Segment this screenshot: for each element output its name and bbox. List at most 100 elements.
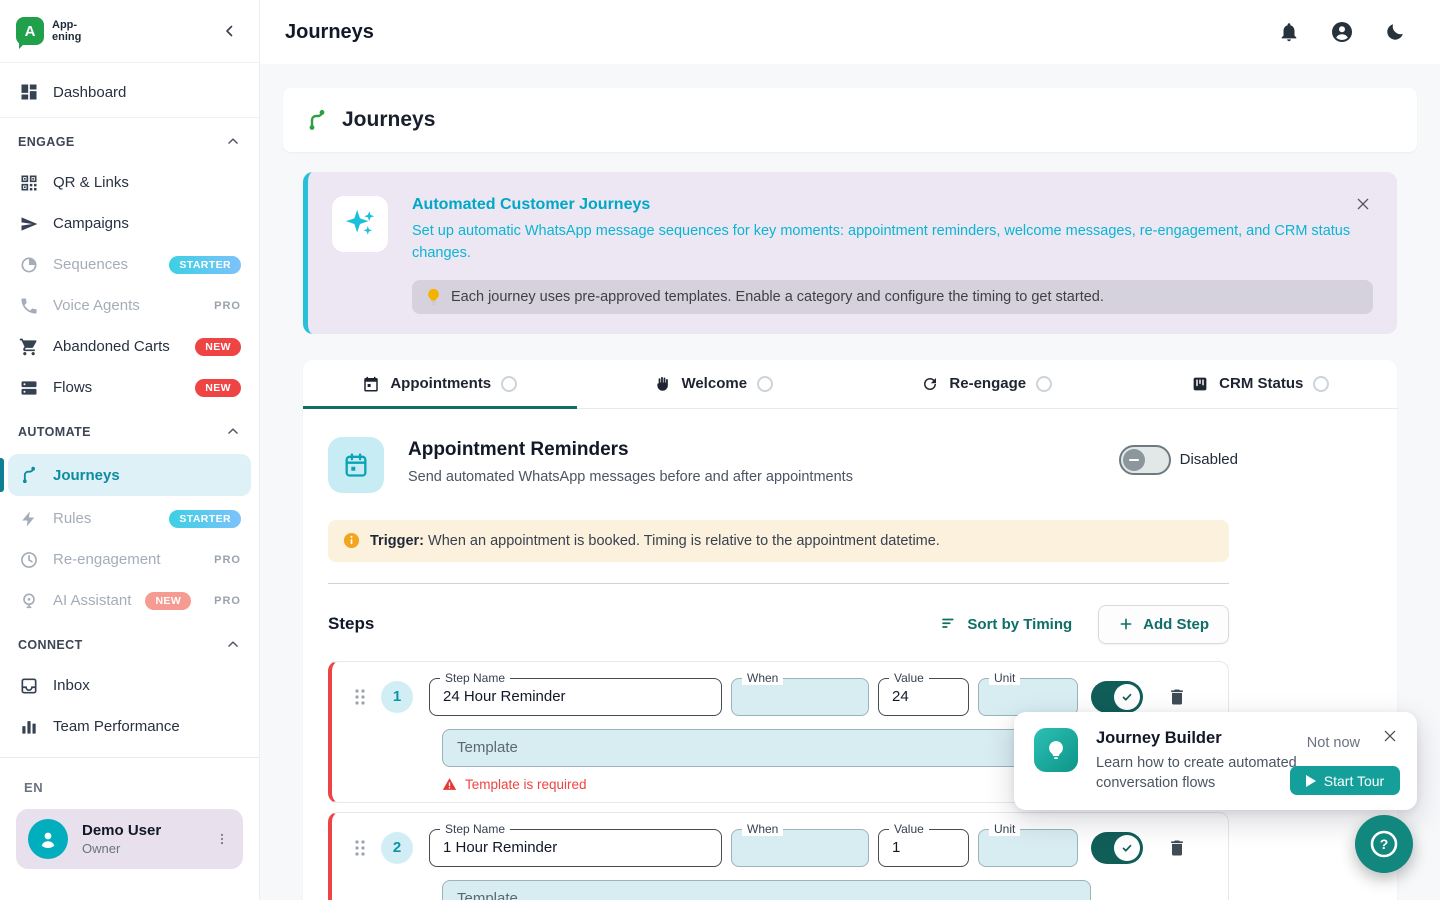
when-select[interactable]: When: [731, 829, 869, 867]
sidebar-item-campaigns[interactable]: Campaigns: [0, 203, 259, 244]
brand-name: App- ening: [52, 19, 81, 43]
drag-handle-icon[interactable]: [354, 838, 368, 858]
section-automate[interactable]: AUTOMATE: [0, 412, 259, 452]
sidebar-item-voice-agents[interactable]: Voice Agents PRO: [0, 285, 259, 326]
tab-radio[interactable]: [757, 376, 773, 392]
divider: [328, 583, 1229, 584]
refresh-icon: [921, 375, 939, 393]
tab-radio[interactable]: [1036, 376, 1052, 392]
sidebar-item-rules[interactable]: Rules STARTER: [0, 498, 259, 539]
sidebar-item-abandoned-carts[interactable]: Abandoned Carts NEW: [0, 326, 259, 367]
info-icon: [343, 532, 360, 549]
banner-description: Set up automatic WhatsApp message sequen…: [412, 221, 1373, 265]
unit-select[interactable]: Unit: [978, 829, 1078, 867]
when-select[interactable]: When: [731, 678, 869, 716]
sidebar-item-label: Re-engagement: [53, 551, 191, 568]
app-logo-icon: A: [16, 17, 44, 45]
toggle-knob: [1114, 835, 1140, 861]
section-engage[interactable]: ENGAGE: [0, 122, 259, 162]
tab-appointments[interactable]: Appointments: [303, 360, 577, 408]
popup-close-icon[interactable]: [1380, 726, 1400, 746]
step-toggle[interactable]: [1091, 832, 1143, 864]
sidebar-item-label: Voice Agents: [53, 297, 191, 314]
add-step-button[interactable]: Add Step: [1098, 605, 1229, 644]
sidebar-item-label: Rules: [53, 510, 156, 527]
sidebar-item-qr-links[interactable]: QR & Links: [0, 162, 259, 203]
sidebar-item-flows[interactable]: Flows NEW: [0, 367, 259, 408]
sidebar-item-dashboard[interactable]: Dashboard: [0, 67, 259, 117]
new-badge: NEW: [145, 592, 191, 610]
category-description: Send automated WhatsApp messages before …: [408, 469, 853, 485]
sort-by-timing-button[interactable]: Sort by Timing: [940, 615, 1072, 633]
steps-title: Steps: [328, 614, 374, 634]
pro-tag: PRO: [214, 300, 241, 312]
topbar-title: Journeys: [285, 21, 374, 44]
plus-icon: [1118, 616, 1134, 632]
dark-mode-moon-icon[interactable]: [1384, 21, 1406, 43]
flows-icon: [18, 377, 40, 399]
chevron-up-icon: [226, 425, 240, 439]
sidebar-header: A App- ening: [0, 0, 259, 63]
new-badge: NEW: [195, 379, 241, 397]
delete-step-icon[interactable]: [1167, 687, 1187, 707]
kanban-icon: [1191, 375, 1209, 393]
sidebar-item-sequences[interactable]: Sequences STARTER: [0, 244, 259, 285]
toggle-knob: [1114, 684, 1140, 710]
tab-crm-status[interactable]: CRM Status: [1124, 360, 1398, 408]
pro-tag: PRO: [214, 595, 241, 607]
user-card[interactable]: Demo User Owner: [16, 809, 243, 869]
user-name: Demo User: [82, 822, 161, 839]
sort-icon: [940, 615, 958, 633]
phone-icon: [18, 295, 40, 317]
sidebar-item-label: QR & Links: [53, 174, 241, 191]
unit-select[interactable]: Unit: [978, 678, 1078, 716]
chevron-up-icon: [226, 135, 240, 149]
user-menu-icon[interactable]: [211, 828, 233, 850]
template-select[interactable]: Template: [442, 880, 1091, 900]
lightbulb-icon: [426, 288, 441, 306]
topbar: Journeys: [260, 0, 1440, 64]
sidebar-item-team-performance[interactable]: Team Performance: [0, 706, 259, 747]
sidebar-item-re-engagement[interactable]: Re-engagement PRO: [0, 539, 259, 580]
tab-re-engage[interactable]: Re-engage: [850, 360, 1124, 408]
heatmap-grid-icon: [18, 757, 40, 758]
help-button[interactable]: ?: [1355, 815, 1413, 873]
delete-step-icon[interactable]: [1167, 838, 1187, 858]
sidebar-item-activity-heatmap[interactable]: Activity Heatmap: [0, 747, 259, 757]
value-field: Value: [878, 829, 969, 867]
sidebar-item-label: Flows: [53, 379, 182, 396]
sidebar-item-inbox[interactable]: Inbox: [0, 665, 259, 706]
starter-badge: STARTER: [169, 510, 241, 528]
banner-close-icon[interactable]: [1355, 196, 1371, 212]
start-tour-button[interactable]: Start Tour: [1290, 766, 1400, 795]
account-icon[interactable]: [1330, 20, 1354, 44]
notifications-bell-icon[interactable]: [1278, 21, 1300, 43]
cart-icon: [18, 336, 40, 358]
sidebar-item-label: AI Assistant: [53, 592, 132, 609]
not-now-button[interactable]: Not now: [1307, 735, 1360, 751]
template-select[interactable]: Template: [442, 729, 1091, 767]
language-label: EN: [16, 772, 243, 809]
sidebar-item-label: Campaigns: [53, 215, 241, 232]
popup-description: Learn how to create automated conversati…: [1096, 753, 1311, 793]
sidebar-item-label: Dashboard: [53, 84, 241, 101]
sidebar-collapse-icon[interactable]: [217, 18, 243, 44]
sidebar-nav: Dashboard ENGAGE QR & Links Campaigns Se…: [0, 63, 259, 757]
drag-handle-icon[interactable]: [354, 687, 368, 707]
section-connect[interactable]: CONNECT: [0, 625, 259, 665]
step-toggle[interactable]: [1091, 681, 1143, 713]
tab-welcome[interactable]: Welcome: [577, 360, 851, 408]
sidebar-item-label: Sequences: [53, 256, 156, 273]
sidebar-item-journeys[interactable]: Journeys: [8, 454, 251, 496]
send-icon: [18, 213, 40, 235]
sidebar-item-ai-assistant[interactable]: AI Assistant NEW PRO: [0, 580, 259, 621]
bolt-icon: [18, 508, 40, 530]
tab-radio[interactable]: [1313, 376, 1329, 392]
journeys-panel: Appointments Welcome Re-engage CRM Statu…: [303, 360, 1397, 900]
user-role: Owner: [82, 841, 161, 856]
step-card-2: 2 Step Name When Value Unit: [328, 812, 1229, 900]
category-toggle[interactable]: [1119, 445, 1171, 475]
tab-radio[interactable]: [501, 376, 517, 392]
inbox-icon: [18, 675, 40, 697]
sidebar-item-label: Team Performance: [53, 718, 241, 735]
